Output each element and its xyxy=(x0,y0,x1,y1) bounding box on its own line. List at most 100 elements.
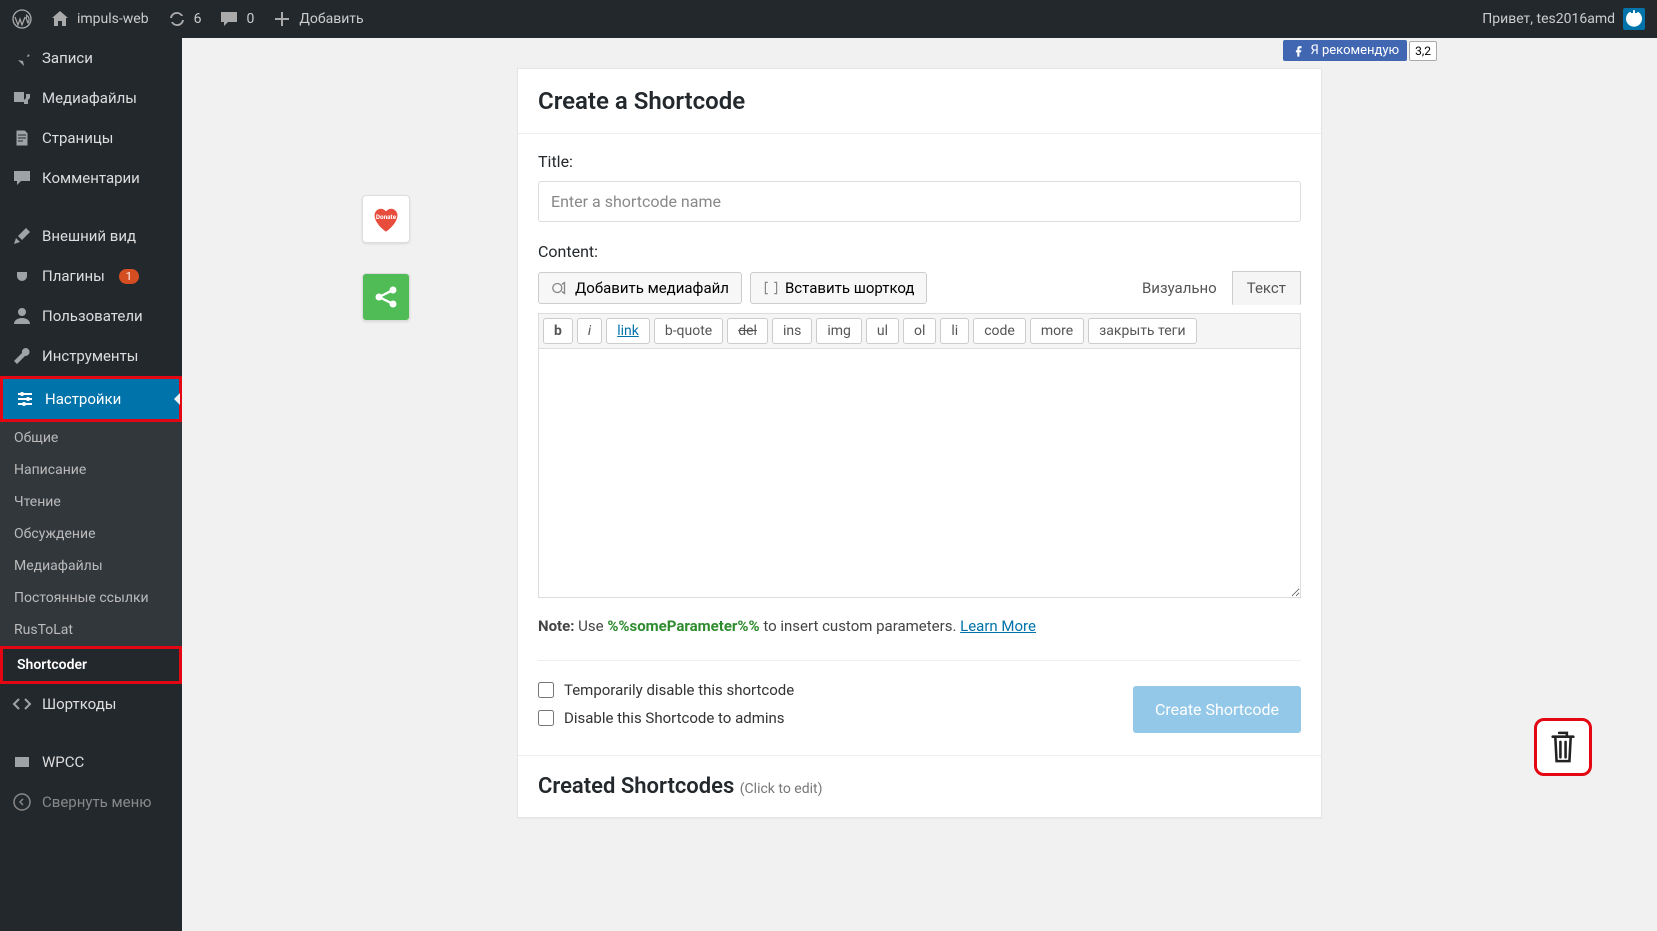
menu-settings[interactable]: Настройки xyxy=(3,379,179,419)
qt-li[interactable]: li xyxy=(940,318,969,344)
qt-img[interactable]: img xyxy=(816,318,862,344)
note-prefix: Note: xyxy=(538,617,574,635)
plugins-badge: 1 xyxy=(119,269,139,284)
plug-icon xyxy=(12,266,32,286)
tab-visual[interactable]: Визуально xyxy=(1127,271,1232,305)
user-icon xyxy=(12,306,32,326)
comments-count: 0 xyxy=(246,11,254,27)
menu-tools[interactable]: Инструменты xyxy=(0,336,182,376)
qt-link[interactable]: link xyxy=(606,318,650,344)
menu-label: Страницы xyxy=(42,129,113,147)
footer-title: Created Shortcodes xyxy=(538,774,734,799)
media-icon xyxy=(12,88,32,108)
qt-ins[interactable]: ins xyxy=(772,318,812,344)
add-media-button[interactable]: Добавить медиафайл xyxy=(538,272,742,304)
insert-shortcode-button[interactable]: Вставить шорткод xyxy=(750,272,928,304)
code-icon xyxy=(12,694,32,714)
site-name: impuls-web xyxy=(77,11,149,27)
comments-link[interactable]: 0 xyxy=(219,9,254,29)
power-icon xyxy=(1624,9,1644,29)
qt-ul[interactable]: ul xyxy=(866,318,899,344)
submenu-permalinks[interactable]: Постоянные ссылки xyxy=(0,582,182,614)
disable-admin-checkbox[interactable] xyxy=(538,710,554,726)
menu-label: Медиафайлы xyxy=(42,89,137,107)
menu-label: Настройки xyxy=(45,390,121,408)
menu-label: Плагины xyxy=(42,267,105,285)
submenu-reading[interactable]: Чтение xyxy=(0,486,182,518)
button-label: Добавить медиафайл xyxy=(575,279,729,297)
note-param: %%someParameter%% xyxy=(607,617,759,635)
learn-more-link[interactable]: Learn More xyxy=(960,617,1036,635)
home-icon xyxy=(50,9,70,29)
plus-icon xyxy=(272,9,292,29)
content-label: Content: xyxy=(538,242,1301,261)
admin-toolbar: impuls-web 6 0 Добавить Привет, tes2016a… xyxy=(0,0,1657,38)
site-name-link[interactable]: impuls-web xyxy=(50,9,149,29)
tab-text[interactable]: Текст xyxy=(1232,271,1301,305)
admin-sidebar: Записи Медиафайлы Страницы Комментарии В… xyxy=(0,38,182,931)
menu-label: Свернуть меню xyxy=(42,793,152,811)
submenu-writing[interactable]: Написание xyxy=(0,454,182,486)
created-shortcodes-heading: Created Shortcodes (Click to edit) xyxy=(518,755,1321,817)
comment-icon xyxy=(219,9,239,29)
logout-button[interactable] xyxy=(1623,8,1645,30)
menu-label: Внешний вид xyxy=(42,227,136,245)
menu-label: Комментарии xyxy=(42,169,140,187)
submenu-media[interactable]: Медиафайлы xyxy=(0,550,182,582)
note-text: Note: Use %%someParameter%% to insert cu… xyxy=(538,617,1301,635)
submenu-shortcoder[interactable]: Shortcoder xyxy=(3,649,179,681)
menu-label: Шорткоды xyxy=(42,695,116,713)
qt-ol[interactable]: ol xyxy=(903,318,936,344)
menu-plugins[interactable]: Плагины 1 xyxy=(0,256,182,296)
qt-bold[interactable]: b xyxy=(543,318,573,344)
submenu-general[interactable]: Общие xyxy=(0,422,182,454)
qt-code[interactable]: code xyxy=(973,318,1026,344)
create-shortcode-panel: Create a Shortcode Title: Content: Добав… xyxy=(517,68,1322,818)
qt-more[interactable]: more xyxy=(1030,318,1084,344)
menu-appearance[interactable]: Внешний вид xyxy=(0,216,182,256)
qt-del[interactable]: del xyxy=(727,318,768,344)
qt-close-tags[interactable]: закрыть теги xyxy=(1088,318,1196,344)
button-label: Вставить шорткод xyxy=(785,279,915,297)
quicktags-toolbar: b i link b-quote del ins img ul ol li co… xyxy=(538,313,1301,348)
main-content: Create a Shortcode Title: Content: Добав… xyxy=(182,38,1657,931)
menu-shortcodes[interactable]: Шорткоды xyxy=(0,684,182,724)
create-shortcode-button[interactable]: Create Shortcode xyxy=(1133,686,1301,733)
menu-users[interactable]: Пользователи xyxy=(0,296,182,336)
disable-temp-option[interactable]: Temporarily disable this shortcode xyxy=(538,681,794,699)
note-use: Use xyxy=(574,617,607,635)
menu-wpcc[interactable]: WPCC xyxy=(0,742,182,782)
brackets-icon xyxy=(763,280,779,296)
wrench-icon xyxy=(12,346,32,366)
updates-count: 6 xyxy=(194,11,202,27)
wordpress-icon xyxy=(12,9,32,29)
trash-button[interactable] xyxy=(1534,718,1592,776)
panel-heading: Create a Shortcode xyxy=(518,69,1321,134)
shortcode-title-input[interactable] xyxy=(538,181,1301,222)
pin-icon xyxy=(12,48,32,68)
menu-posts[interactable]: Записи xyxy=(0,38,182,78)
submenu-rustolat[interactable]: RusToLat xyxy=(0,614,182,646)
menu-comments[interactable]: Комментарии xyxy=(0,158,182,198)
brush-icon xyxy=(12,226,32,246)
menu-media[interactable]: Медиафайлы xyxy=(0,78,182,118)
qt-bquote[interactable]: b-quote xyxy=(654,318,723,344)
disable-admin-option[interactable]: Disable this Shortcode to admins xyxy=(538,709,794,727)
updates-link[interactable]: 6 xyxy=(167,9,202,29)
shortcode-content-editor[interactable] xyxy=(538,348,1301,598)
checkbox-label: Disable this Shortcode to admins xyxy=(564,709,785,727)
disable-temp-checkbox[interactable] xyxy=(538,682,554,698)
camera-icon xyxy=(551,279,569,297)
note-suffix: to insert custom parameters. xyxy=(760,617,961,635)
qt-italic[interactable]: i xyxy=(577,318,602,344)
add-label: Добавить xyxy=(299,11,363,27)
menu-label: Записи xyxy=(42,49,93,67)
wp-logo[interactable] xyxy=(12,9,32,29)
add-new-link[interactable]: Добавить xyxy=(272,9,363,29)
menu-pages[interactable]: Страницы xyxy=(0,118,182,158)
page-icon xyxy=(12,128,32,148)
comment-icon xyxy=(12,168,32,188)
menu-collapse[interactable]: Свернуть меню xyxy=(0,782,182,822)
greeting-text[interactable]: Привет, tes2016amd xyxy=(1482,11,1615,27)
submenu-discussion[interactable]: Обсуждение xyxy=(0,518,182,550)
